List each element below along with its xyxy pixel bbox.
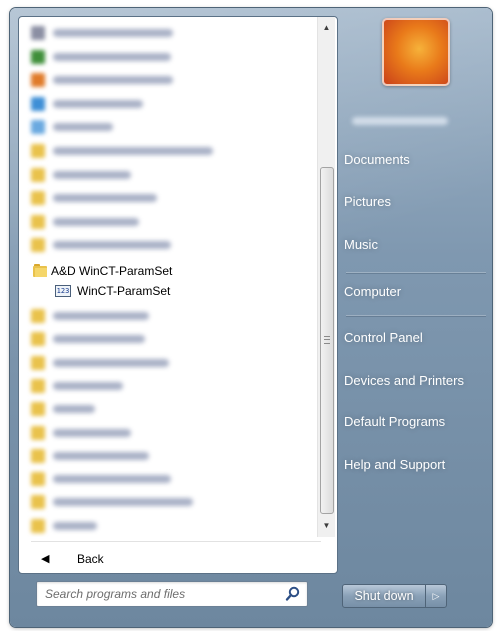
program-icon [31,167,45,182]
list-item[interactable] [31,329,311,349]
list-divider [31,541,321,542]
program-list-scrollbar[interactable]: ▲ ▼ [317,17,335,537]
shutdown-button[interactable]: Shut down [342,584,426,608]
program-label [53,241,171,250]
list-item[interactable] [31,141,311,161]
list-item[interactable] [31,165,311,185]
right-item-default-programs[interactable]: Default Programs [344,409,492,435]
program-label [53,123,113,132]
search-icon[interactable] [285,586,301,602]
program-label [53,29,173,37]
program-icon [31,378,45,393]
program-icon [31,309,45,323]
scroll-down-icon[interactable]: ▼ [318,517,335,534]
program-label [53,217,139,226]
program-icon [31,191,45,206]
grip-icon [324,336,330,344]
program-label [53,358,169,367]
app-label: WinCT-ParamSet [77,284,171,298]
folder-icon [33,264,47,278]
program-icon [31,120,45,135]
right-item-control-panel[interactable]: Control Panel [344,325,492,351]
list-item-folder[interactable]: A&D WinCT-ParamSet [19,261,317,281]
program-icon [31,448,45,463]
right-item-devices-and-printers[interactable]: Devices and Printers [344,368,492,394]
program-icon [31,425,45,440]
back-label: Back [77,552,104,566]
user-name[interactable] [352,117,448,125]
list-item[interactable] [31,492,311,512]
start-menu: A&D WinCT-ParamSet 123 WinCT-ParamSet ▲ … [10,8,492,627]
list-item[interactable] [31,516,311,536]
list-item-app[interactable]: 123 WinCT-ParamSet [19,281,317,301]
program-icon [31,495,45,510]
right-pane-divider [346,315,486,316]
program-icon [31,73,45,88]
list-item[interactable] [31,94,311,114]
program-label [53,76,173,85]
list-item[interactable] [31,23,311,43]
list-item[interactable] [31,117,311,137]
list-item[interactable] [31,423,311,443]
list-item[interactable] [31,353,311,373]
right-item-computer[interactable]: Computer [344,279,492,305]
list-item[interactable] [31,399,311,419]
program-label [53,405,95,414]
program-label [53,521,97,530]
program-icon [31,144,45,158]
list-item[interactable] [31,446,311,466]
program-icon [31,355,45,370]
list-item[interactable] [31,469,311,489]
program-label [53,52,171,61]
right-item-pictures[interactable]: Pictures [344,189,492,215]
list-item[interactable] [31,188,311,208]
search-input[interactable] [45,582,265,606]
program-label [53,475,171,484]
right-item-music[interactable]: Music [344,232,492,258]
program-label [53,194,157,203]
shutdown-options-arrow-icon[interactable]: ▷ [425,584,447,608]
right-item-help-and-support[interactable]: Help and Support [344,452,492,478]
program-icon [31,402,45,417]
back-arrow-icon: ◀ [41,553,50,565]
program-icon [31,518,45,533]
list-item[interactable] [31,306,311,326]
program-label [53,312,149,320]
right-item-documents[interactable]: Documents [344,147,492,173]
program-label [53,99,143,108]
list-item[interactable] [31,235,311,255]
list-item[interactable] [31,47,311,67]
user-picture[interactable] [382,18,450,86]
program-label [53,498,193,507]
program-icon [31,49,45,64]
program-label [53,335,145,344]
program-label [53,147,213,155]
program-label [53,428,131,437]
search-box[interactable] [36,581,308,607]
program-label [53,451,149,460]
programs-pane: A&D WinCT-ParamSet 123 WinCT-ParamSet ▲ … [18,16,338,574]
program-icon [31,472,45,487]
scroll-up-icon[interactable]: ▲ [318,19,335,36]
program-icon [31,26,45,40]
folder-label: A&D WinCT-ParamSet [51,264,173,278]
right-pane-divider [346,272,486,273]
scrollbar-thumb[interactable] [320,167,334,514]
program-label [53,170,131,179]
list-item[interactable] [31,70,311,90]
program-icon [31,96,45,111]
program-icon [31,332,45,347]
list-item[interactable] [31,376,311,396]
program-label [53,381,123,390]
program-icon [31,214,45,229]
back-button[interactable]: ◀ Back [19,547,335,571]
application-icon: 123 [55,285,71,297]
list-item[interactable] [31,212,311,232]
all-programs-list: A&D WinCT-ParamSet 123 WinCT-ParamSet [19,17,317,537]
program-icon [31,238,45,253]
